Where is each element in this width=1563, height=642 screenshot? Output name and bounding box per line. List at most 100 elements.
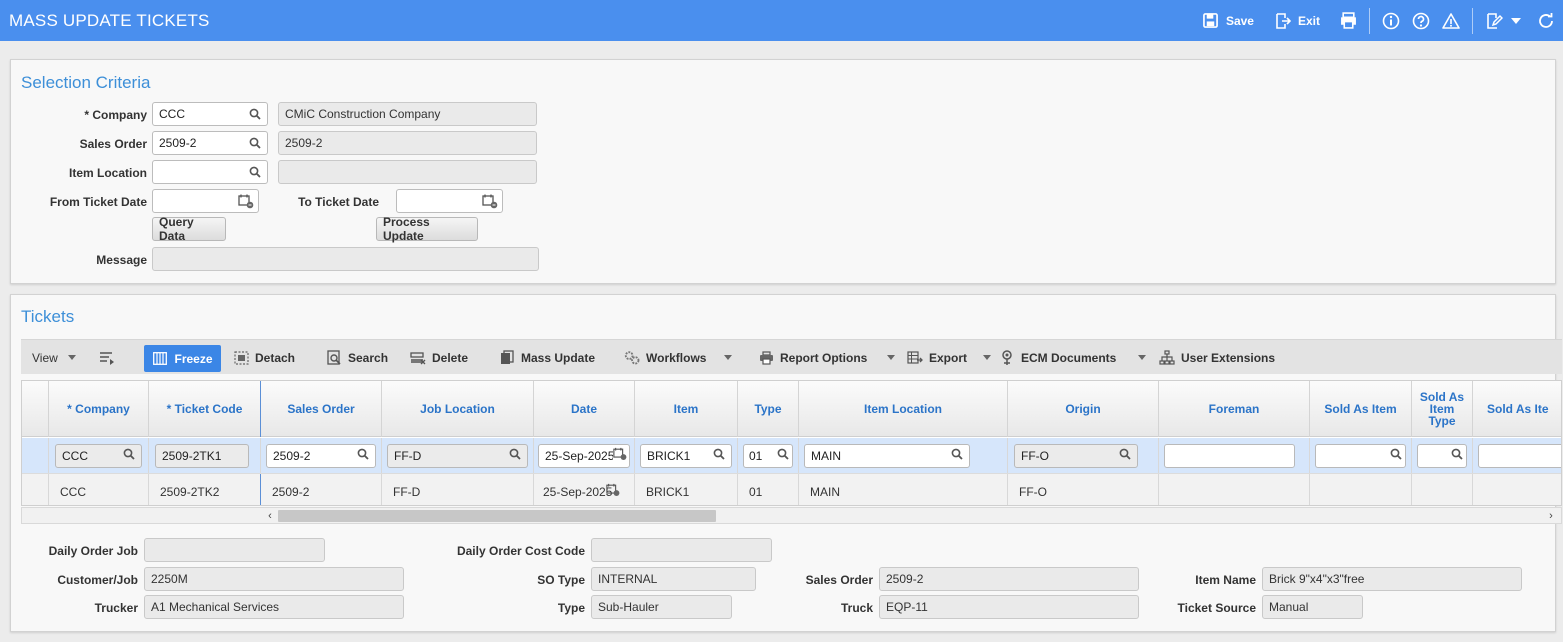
- to-ticket-date-input[interactable]: [396, 189, 503, 213]
- cell-company[interactable]: CCC: [49, 438, 149, 473]
- sold-as-item-more-cell-input[interactable]: [1478, 443, 1561, 468]
- cell-sold-as-item[interactable]: [1310, 474, 1412, 505]
- column-sales-order[interactable]: Sales Order: [261, 381, 382, 437]
- column-item-location[interactable]: Item Location: [799, 381, 1008, 437]
- dropdown-caret-icon[interactable]: [1511, 17, 1521, 25]
- search-button[interactable]: Search: [326, 340, 388, 375]
- search-icon[interactable]: [247, 106, 263, 122]
- column-origin[interactable]: Origin: [1008, 381, 1159, 437]
- company-cell-input[interactable]: CCC: [55, 443, 142, 468]
- search-icon[interactable]: [777, 448, 789, 463]
- horizontal-scrollbar[interactable]: ‹ ›: [21, 507, 1562, 524]
- workflows-menu[interactable]: Workflows: [624, 340, 733, 375]
- cell-company[interactable]: CCC: [49, 474, 149, 505]
- cell-job-location[interactable]: FF-D: [382, 438, 534, 473]
- sales-order-cell-input[interactable]: 2509-2: [266, 443, 376, 468]
- info-icon[interactable]: [1382, 12, 1400, 30]
- search-icon[interactable]: [509, 448, 521, 463]
- cell-foreman[interactable]: [1159, 438, 1310, 473]
- scroll-right-icon[interactable]: ›: [1543, 508, 1559, 523]
- date-cell-input[interactable]: 25-Sep-2025: [538, 443, 630, 468]
- search-icon[interactable]: [247, 135, 263, 151]
- column-sold-as-item-more[interactable]: Sold As Ite: [1473, 381, 1561, 437]
- search-icon[interactable]: [247, 164, 263, 180]
- cell-ticket-code[interactable]: 2509-2TK2: [149, 474, 261, 505]
- save-button[interactable]: Save: [1202, 12, 1254, 30]
- column-job-location[interactable]: Job Location: [382, 381, 534, 437]
- query-data-button[interactable]: Query Data: [152, 215, 226, 243]
- cell-item-location[interactable]: MAIN: [799, 438, 1008, 473]
- type-cell-input[interactable]: 01: [743, 443, 793, 468]
- cell-sold-as-item-type[interactable]: [1412, 438, 1473, 473]
- cell-item[interactable]: BRICK1: [635, 474, 738, 505]
- cell-origin[interactable]: FF-O: [1008, 438, 1159, 473]
- search-icon[interactable]: [1119, 448, 1131, 463]
- exit-button[interactable]: Exit: [1274, 12, 1320, 30]
- ticket-code-cell-input[interactable]: 2509-2TK1: [155, 443, 249, 468]
- scrollbar-thumb[interactable]: [278, 510, 716, 522]
- sold-as-item-cell-input[interactable]: [1315, 443, 1406, 468]
- cell-item[interactable]: BRICK1: [635, 438, 738, 473]
- column-item[interactable]: Item: [635, 381, 738, 437]
- item-location-cell-input[interactable]: MAIN: [804, 443, 970, 468]
- item-location-input[interactable]: [152, 160, 268, 184]
- cell-foreman[interactable]: [1159, 474, 1310, 505]
- detach-button[interactable]: Detach: [233, 340, 295, 375]
- column-date[interactable]: Date: [534, 381, 635, 437]
- view-menu[interactable]: View: [32, 340, 76, 375]
- help-icon[interactable]: [1412, 12, 1430, 30]
- user-extensions-button[interactable]: User Extensions: [1159, 340, 1275, 375]
- foreman-cell-input[interactable]: [1164, 443, 1295, 468]
- column-settings-button[interactable]: [99, 340, 115, 375]
- sales-order-input[interactable]: 2509-2: [152, 131, 268, 155]
- search-icon[interactable]: [713, 448, 725, 463]
- delete-button[interactable]: Delete: [410, 340, 468, 375]
- row-selector[interactable]: [22, 438, 49, 473]
- ecm-documents-menu[interactable]: ECM Documents: [999, 340, 1147, 375]
- sold-as-item-type-cell-input[interactable]: [1417, 443, 1467, 468]
- refresh-icon[interactable]: [1537, 12, 1555, 30]
- item-cell-input[interactable]: BRICK1: [640, 443, 732, 468]
- warning-icon[interactable]: [1442, 12, 1460, 30]
- from-ticket-date-input[interactable]: [152, 189, 259, 213]
- cell-job-location[interactable]: FF-D: [382, 474, 534, 505]
- column-sold-as-item-type[interactable]: Sold As Item Type: [1412, 381, 1473, 437]
- search-icon[interactable]: [1390, 448, 1402, 463]
- table-row[interactable]: CCC 2509-2TK2 2509-2 FF-D 25-Sep-2025 BR…: [22, 473, 1561, 505]
- search-icon[interactable]: [951, 448, 963, 463]
- search-icon[interactable]: [1451, 448, 1463, 463]
- search-icon[interactable]: [123, 448, 135, 463]
- origin-cell-input[interactable]: FF-O: [1014, 443, 1138, 468]
- calendar-icon[interactable]: [613, 447, 627, 464]
- row-selector[interactable]: [22, 474, 49, 505]
- cell-item-location[interactable]: MAIN: [799, 474, 1008, 505]
- cell-sold-as-item-more[interactable]: [1473, 438, 1561, 473]
- cell-origin[interactable]: FF-O: [1008, 474, 1159, 505]
- company-input[interactable]: CCC: [152, 102, 268, 126]
- cell-sold-as-item[interactable]: [1310, 438, 1412, 473]
- calendar-icon[interactable]: [482, 193, 498, 209]
- mass-update-button[interactable]: Mass Update: [499, 340, 595, 375]
- cell-date[interactable]: 25-Sep-2025: [534, 474, 635, 505]
- export-menu[interactable]: Export: [907, 340, 992, 375]
- column-ticket-code[interactable]: * Ticket Code: [149, 381, 261, 437]
- column-foreman[interactable]: Foreman: [1159, 381, 1310, 437]
- column-company[interactable]: * Company: [49, 381, 149, 437]
- print-icon[interactable]: [1340, 12, 1357, 29]
- column-sold-as-item[interactable]: Sold As Item: [1310, 381, 1412, 437]
- scroll-left-icon[interactable]: ‹: [262, 508, 278, 523]
- cell-sales-order[interactable]: 2509-2: [261, 438, 382, 473]
- cell-sold-as-item-type[interactable]: [1412, 474, 1473, 505]
- report-options-menu[interactable]: Report Options: [758, 340, 896, 375]
- search-icon[interactable]: [357, 448, 369, 463]
- table-row[interactable]: CCC 2509-2TK1 2509-2 FF-D 25-Sep-2025 BR…: [22, 438, 1561, 473]
- column-type[interactable]: Type: [738, 381, 799, 437]
- calendar-icon[interactable]: [606, 483, 620, 500]
- cell-type[interactable]: 01: [738, 474, 799, 505]
- process-update-button[interactable]: Process Update: [376, 215, 478, 243]
- cell-sold-as-item-more[interactable]: [1473, 474, 1561, 505]
- freeze-button[interactable]: Freeze: [144, 345, 221, 372]
- cell-ticket-code[interactable]: 2509-2TK1: [149, 438, 261, 473]
- cell-date[interactable]: 25-Sep-2025: [534, 438, 635, 473]
- cell-type[interactable]: 01: [738, 438, 799, 473]
